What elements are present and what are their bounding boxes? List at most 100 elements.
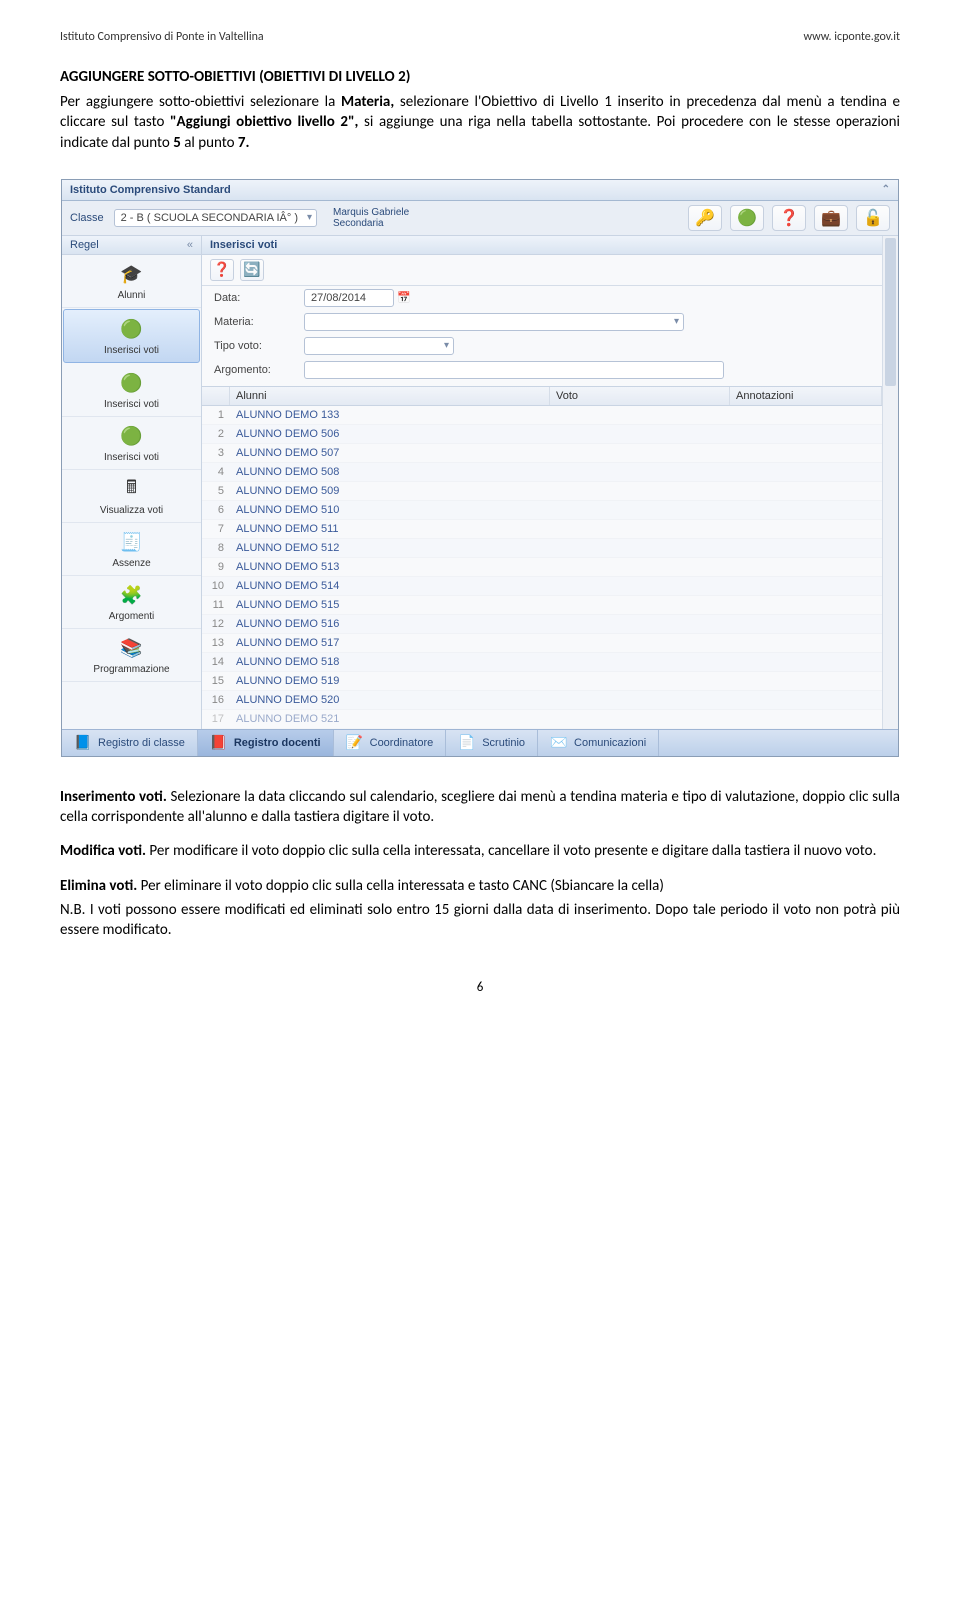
grade-cell[interactable] [550,527,730,531]
grade-cell[interactable] [550,546,730,550]
col-annotazioni[interactable]: Annotazioni [730,387,882,405]
sidebar-item-alunni[interactable]: 🎓 Alunni [62,255,201,308]
briefcase-icon[interactable]: 💼 [814,205,848,231]
annotation-cell[interactable] [730,451,882,455]
row-number: 11 [202,597,230,613]
panel-help-icon[interactable]: ❓ [210,259,234,281]
col-number [202,387,230,405]
insert-grades-icon: 🟢 [118,425,146,449]
sidebar-item-argomenti[interactable]: 🧩 Argomenti [62,576,201,629]
materia-select[interactable] [304,313,684,331]
annotation-cell[interactable] [730,508,882,512]
user-name: Marquis Gabriele [333,207,409,218]
table-row[interactable]: 16ALUNNO DEMO 520 [202,691,882,710]
document-header: Istituto Comprensivo di Ponte in Valtell… [60,30,900,44]
grade-cell[interactable] [550,698,730,702]
table-row[interactable]: 4ALUNNO DEMO 508 [202,463,882,482]
table-row[interactable]: 15ALUNNO DEMO 519 [202,672,882,691]
table-row[interactable]: 12ALUNNO DEMO 516 [202,615,882,634]
refresh-icon[interactable]: 🔄 [240,259,264,281]
grade-cell[interactable] [550,565,730,569]
annotation-cell[interactable] [730,527,882,531]
tab-label: Registro di classe [98,737,185,749]
annotation-cell[interactable] [730,603,882,607]
table-row[interactable]: 5ALUNNO DEMO 509 [202,482,882,501]
table-row[interactable]: 6ALUNNO DEMO 510 [202,501,882,520]
sidebar-item-inserisci-voti-1[interactable]: 🟢 Inserisci voti [63,309,200,363]
panel-title: Inserisci voti [202,236,882,255]
tab-registro-docenti[interactable]: 📕 Registro docenti [198,730,334,756]
row-number: 5 [202,483,230,499]
sidebar-item-label: Inserisci voti [104,452,159,463]
sidebar-item-visualizza-voti[interactable]: 🖩 Visualizza voti [62,470,201,523]
tab-comunicazioni[interactable]: ✉️ Comunicazioni [538,730,659,756]
key-icon[interactable]: 🔑 [688,205,722,231]
sidebar-header: Regel « [62,236,201,255]
annotation-cell[interactable] [730,641,882,645]
status-icon[interactable]: 🟢 [730,205,764,231]
sidebar: Regel « 🎓 Alunni 🟢 Inserisci voti 🟢 Inse… [62,236,202,729]
sidebar-item-programmazione[interactable]: 📚 Programmazione [62,629,201,682]
tab-scrutinio[interactable]: 📄 Scrutinio [446,730,538,756]
data-input[interactable]: 27/08/2014 [304,289,394,307]
classe-select[interactable]: 2 - B ( SCUOLA SECONDARIA IÂ° ) [114,209,317,227]
grade-cell[interactable] [550,584,730,588]
grade-cell[interactable] [550,641,730,645]
table-row[interactable]: 13ALUNNO DEMO 517 [202,634,882,653]
tipo-label: Tipo voto: [214,340,304,352]
grade-cell[interactable] [550,660,730,664]
annotation-cell[interactable] [730,584,882,588]
row-number: 15 [202,673,230,689]
table-row[interactable]: 17ALUNNO DEMO 521 [202,710,882,729]
grade-cell[interactable] [550,489,730,493]
chevron-left-icon[interactable]: « [187,239,193,251]
tab-coordinatore[interactable]: 📝 Coordinatore [334,730,447,756]
table-row[interactable]: 2ALUNNO DEMO 506 [202,425,882,444]
col-alunni[interactable]: Alunni [230,387,550,405]
tipo-select[interactable] [304,337,454,355]
annotation-cell[interactable] [730,489,882,493]
col-voto[interactable]: Voto [550,387,730,405]
row-number: 3 [202,445,230,461]
collapse-icon[interactable]: ⌃ [882,184,890,195]
table-row[interactable]: 11ALUNNO DEMO 515 [202,596,882,615]
annotation-cell[interactable] [730,432,882,436]
table-row[interactable]: 1ALUNNO DEMO 133 [202,406,882,425]
grade-cell[interactable] [550,432,730,436]
grade-cell[interactable] [550,451,730,455]
grade-cell[interactable] [550,470,730,474]
lock-icon[interactable]: 🔓 [856,205,890,231]
table-row[interactable]: 7ALUNNO DEMO 511 [202,520,882,539]
sidebar-item-inserisci-voti-3[interactable]: 🟢 Inserisci voti [62,417,201,470]
grade-cell[interactable] [550,508,730,512]
table-row[interactable]: 9ALUNNO DEMO 513 [202,558,882,577]
student-name: ALUNNO DEMO 507 [230,445,550,461]
grade-cell[interactable] [550,679,730,683]
grade-cell[interactable] [550,622,730,626]
annotation-cell[interactable] [730,679,882,683]
table-row[interactable]: 3ALUNNO DEMO 507 [202,444,882,463]
sidebar-item-assenze[interactable]: 🧾 Assenze [62,523,201,576]
grade-cell[interactable] [550,717,730,721]
annotation-cell[interactable] [730,622,882,626]
grade-cell[interactable] [550,603,730,607]
annotation-cell[interactable] [730,546,882,550]
annotation-cell[interactable] [730,698,882,702]
table-row[interactable]: 8ALUNNO DEMO 512 [202,539,882,558]
table-row[interactable]: 14ALUNNO DEMO 518 [202,653,882,672]
annotation-cell[interactable] [730,660,882,664]
student-name: ALUNNO DEMO 517 [230,635,550,651]
argomento-input[interactable] [304,361,724,379]
app-title-bar: Istituto Comprensivo Standard ⌃ [62,180,898,201]
annotation-cell[interactable] [730,717,882,721]
table-row[interactable]: 10ALUNNO DEMO 514 [202,577,882,596]
vertical-scrollbar[interactable] [882,236,898,729]
annotation-cell[interactable] [730,565,882,569]
sidebar-item-inserisci-voti-2[interactable]: 🟢 Inserisci voti [62,364,201,417]
annotation-cell[interactable] [730,470,882,474]
help-icon[interactable]: ❓ [772,205,806,231]
annotation-cell[interactable] [730,413,882,417]
grade-cell[interactable] [550,413,730,417]
tab-registro-classe[interactable]: 📘 Registro di classe [62,730,198,756]
calculator-icon: 🖩 [118,478,146,502]
